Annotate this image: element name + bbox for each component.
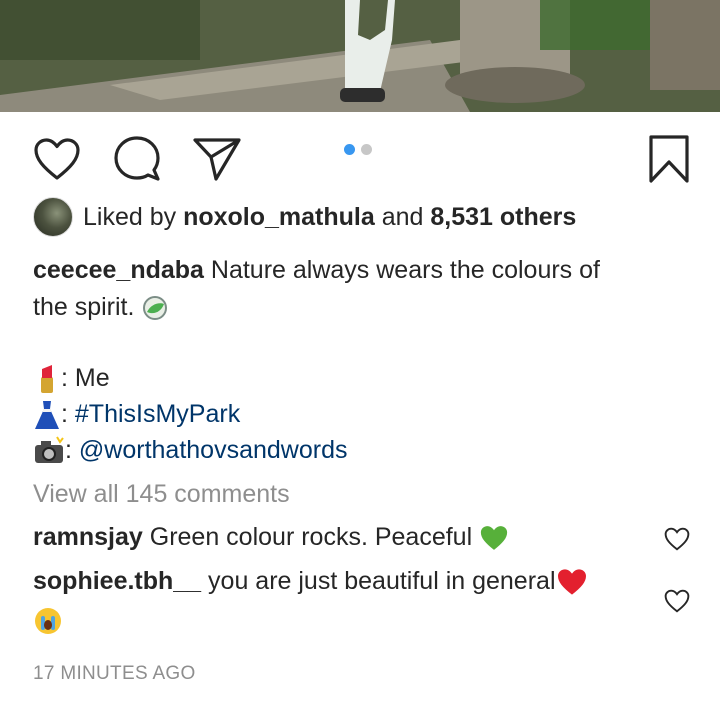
red-heart-icon [557,569,586,596]
likes-row: Liked by noxolo_mathula and 8,531 others [33,197,576,237]
camera-flash-icon [35,436,64,464]
likes-and: and [381,202,424,231]
bookmark-icon [649,135,689,183]
send-icon [193,138,241,181]
comment-1: ramnsjay Green colour rocks. Peaceful [33,519,509,555]
caption-text-1: Nature always wears the colours of [210,256,600,284]
lipstick-icon [41,365,53,394]
crying-face-icon [35,608,61,635]
save-button[interactable] [644,134,694,184]
heart-icon [34,138,80,180]
mention-link[interactable]: @worthathovsandwords [79,436,348,464]
carousel-dot [361,144,372,155]
caption-line-1: ceecee_ndaba Nature always wears the col… [33,252,600,288]
likes-others-count[interactable]: 8,531 others [430,203,576,231]
likes-text[interactable]: Liked by noxolo_mathula and 8,531 others [83,203,576,232]
comment-button[interactable] [112,134,162,184]
carousel-dot-active [344,144,355,155]
credit-line-3: : @worthathovsandwords [33,432,347,468]
hashtag-link[interactable]: #ThisIsMyPark [75,400,240,428]
dress-icon [35,401,59,430]
comment-username[interactable]: ramnsjay [33,523,143,551]
credit-line-1: : Me [33,360,110,396]
comment-like-icon[interactable] [664,588,690,614]
credit-line-2: : #ThisIsMyPark [33,396,240,432]
credit-value-1: Me [74,364,110,392]
comment-text: you are just beautiful in general [208,567,556,595]
likes-prefix: Liked by [83,202,177,231]
caption-line-2: the spirit. [33,289,169,325]
carousel-indicator [344,144,372,155]
comment-2-line-2 [33,602,63,638]
caption-text-2: the spirit. [33,293,135,321]
globe-leaf-icon [143,296,168,321]
liker-username[interactable]: noxolo_mathula [183,203,375,231]
post-photo-art [0,0,720,112]
credit-sep-2: : [61,400,75,428]
comment-like-icon[interactable] [664,526,690,552]
avatar[interactable] [33,197,73,237]
action-bar [0,112,720,204]
comment-2: sophiee.tbh__ you are just beautiful in … [33,563,588,599]
share-button[interactable] [192,134,242,184]
view-all-comments-link[interactable]: View all 145 comments [33,476,290,512]
comment-username[interactable]: sophiee.tbh__ [33,567,201,595]
like-button[interactable] [32,134,82,184]
credit-sep-3: : [65,436,79,464]
post-timestamp: 17 MINUTES AGO [33,663,196,684]
credit-sep-1: : [61,364,75,392]
comment-text: Green colour rocks. Peaceful [149,523,473,551]
green-heart-icon [480,526,508,551]
comment-icon [114,136,160,181]
post-photo[interactable] [0,0,720,112]
caption-username[interactable]: ceecee_ndaba [33,256,204,284]
